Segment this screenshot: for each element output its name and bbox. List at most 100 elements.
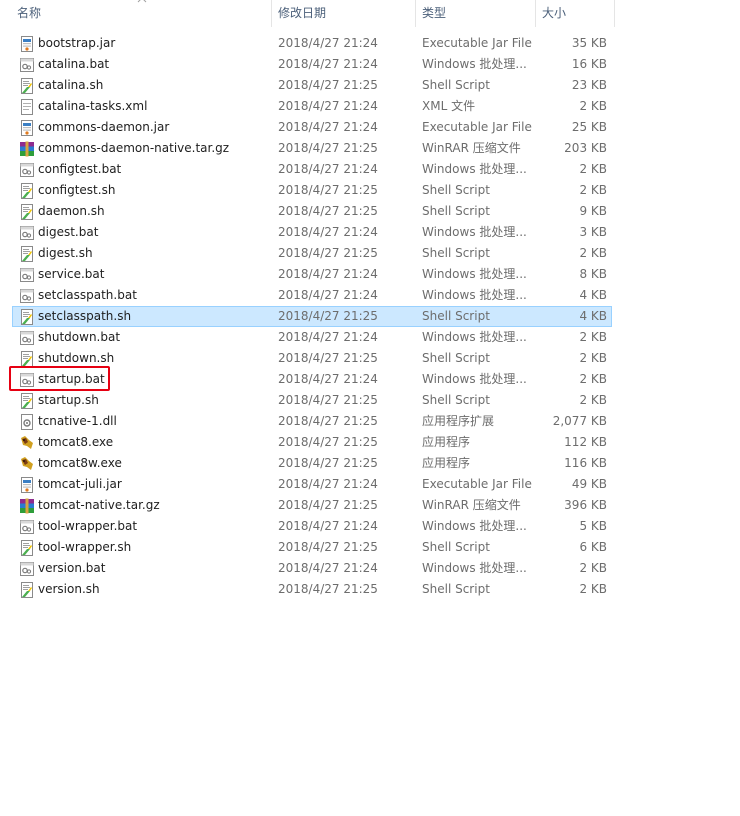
file-size: 25 KB [571,120,607,134]
file-modified-date: 2018/4/27 21:24 [278,57,378,71]
column-header-size[interactable]: 大小 [542,0,566,26]
file-modified-date: 2018/4/27 21:24 [278,288,378,302]
file-row[interactable]: version.sh 2018/4/27 21:25 Shell Script 2 K… [12,579,612,600]
file-type: Shell Script [422,582,490,596]
file-row[interactable]: tomcat8w.exe 2018/4/27 21:25 应用程序 116 KB [12,453,612,474]
bat-icon [19,162,35,178]
column-header-type[interactable]: 类型 [422,0,446,26]
bat-icon [19,225,35,241]
file-type: 应用程序 [422,456,471,470]
file-modified-date: 2018/4/27 21:25 [278,351,378,365]
sh-icon [19,183,35,199]
file-name: tomcat8w.exe [38,456,122,470]
column-header-name[interactable]: 名称 [17,0,41,26]
bat-icon [19,57,35,73]
column-divider[interactable] [535,0,536,27]
file-row[interactable]: catalina-tasks.xml 2018/4/27 21:24 XML 文件 2… [12,96,612,117]
file-size: 5 KB [579,519,607,533]
file-name: version.bat [38,561,106,575]
file-modified-date: 2018/4/27 21:24 [278,225,378,239]
file-row[interactable]: startup.sh 2018/4/27 21:25 Shell Script 2 K… [12,390,612,411]
file-modified-date: 2018/4/27 21:25 [278,582,378,596]
file-size: 2 KB [579,582,607,596]
file-row[interactable]: configtest.bat 2018/4/27 21:24 Windows 批处理… [12,159,612,180]
file-name: tomcat-juli.jar [38,477,122,491]
file-size: 2 KB [579,330,607,344]
jar-icon [19,120,35,136]
file-modified-date: 2018/4/27 21:25 [278,456,378,470]
file-type: Shell Script [422,351,490,365]
file-row[interactable]: configtest.sh 2018/4/27 21:25 Shell Script… [12,180,612,201]
file-row[interactable]: tomcat-native.tar.gz 2018/4/27 21:25 WinRA… [12,495,612,516]
file-type: Executable Jar File [422,477,532,491]
file-name: setclasspath.bat [38,288,137,302]
sh-icon [19,78,35,94]
file-size: 6 KB [579,540,607,554]
file-modified-date: 2018/4/27 21:24 [278,372,378,386]
file-modified-date: 2018/4/27 21:24 [278,36,378,50]
file-size: 2 KB [579,393,607,407]
file-name: catalina.bat [38,57,110,71]
tomcat-exe-icon [19,456,35,472]
file-row[interactable]: daemon.sh 2018/4/27 21:25 Shell Script 9 KB [12,201,612,222]
file-type: Windows 批处理... [422,57,527,71]
file-name: catalina.sh [38,78,104,92]
file-type: Shell Script [422,78,490,92]
file-type: XML 文件 [422,99,476,113]
file-name: shutdown.bat [38,330,121,344]
file-size: 2,077 KB [552,414,607,428]
file-row[interactable]: bootstrap.jar 2018/4/27 21:24 Executable J… [12,33,612,54]
file-row[interactable]: setclasspath.bat 2018/4/27 21:24 Windows 批… [12,285,612,306]
column-divider[interactable] [614,0,615,27]
file-type: Windows 批处理... [422,225,527,239]
file-type: WinRAR 压缩文件 [422,141,521,155]
file-row[interactable]: tool-wrapper.sh 2018/4/27 21:25 Shell Scri… [12,537,612,558]
file-row[interactable]: catalina.bat 2018/4/27 21:24 Windows 批处理..… [12,54,612,75]
file-modified-date: 2018/4/27 21:24 [278,330,378,344]
file-row[interactable]: commons-daemon-native.tar.gz 2018/4/27 21… [12,138,612,159]
file-size: 16 KB [571,57,607,71]
file-type: Shell Script [422,183,490,197]
file-type: 应用程序 [422,435,471,449]
file-modified-date: 2018/4/27 21:24 [278,477,378,491]
file-size: 203 KB [564,141,607,155]
winrar-icon [19,141,35,157]
sh-icon [19,351,35,367]
file-name: digest.bat [38,225,99,239]
bat-icon [19,288,35,304]
file-row[interactable]: commons-daemon.jar 2018/4/27 21:24 Executa… [12,117,612,138]
file-row[interactable]: tool-wrapper.bat 2018/4/27 21:24 Windows 批… [12,516,612,537]
file-row[interactable]: tomcat-juli.jar 2018/4/27 21:24 Executable… [12,474,612,495]
file-row[interactable]: tcnative-1.dll 2018/4/27 21:25 应用程序扩展 2,077… [12,411,612,432]
file-row[interactable]: tomcat8.exe 2018/4/27 21:25 应用程序 112 KB [12,432,612,453]
file-name: tomcat-native.tar.gz [38,498,160,512]
file-modified-date: 2018/4/27 21:25 [278,393,378,407]
file-type: Windows 批处理... [422,519,527,533]
file-row[interactable]: digest.sh 2018/4/27 21:25 Shell Script 2 KB [12,243,612,264]
file-row[interactable]: shutdown.bat 2018/4/27 21:24 Windows 批处理..… [12,327,612,348]
jar-icon [19,477,35,493]
column-header-date[interactable]: 修改日期 [278,0,326,26]
file-size: 23 KB [571,78,607,92]
file-size: 116 KB [564,456,607,470]
tomcat-exe-icon [19,435,35,451]
file-row[interactable]: digest.bat 2018/4/27 21:24 Windows 批处理... 3… [12,222,612,243]
column-divider[interactable] [271,0,272,27]
file-modified-date: 2018/4/27 21:25 [278,435,378,449]
dll-icon [19,414,35,430]
column-divider[interactable] [415,0,416,27]
file-modified-date: 2018/4/27 21:25 [278,414,378,428]
file-modified-date: 2018/4/27 21:25 [278,498,378,512]
file-row[interactable]: catalina.sh 2018/4/27 21:25 Shell Script 23… [12,75,612,96]
file-name: configtest.sh [38,183,116,197]
sort-ascending-icon [137,0,147,3]
file-name: service.bat [38,267,105,281]
file-row[interactable]: setclasspath.sh 2018/4/27 21:25 Shell Scri… [12,306,612,327]
file-row[interactable]: version.bat 2018/4/27 21:24 Windows 批处理...… [12,558,612,579]
file-name: tool-wrapper.sh [38,540,132,554]
file-modified-date: 2018/4/27 21:25 [278,204,378,218]
file-row[interactable]: service.bat 2018/4/27 21:24 Windows 批处理...… [12,264,612,285]
file-size: 396 KB [564,498,607,512]
bat-icon [19,330,35,346]
file-name: commons-daemon-native.tar.gz [38,141,230,155]
